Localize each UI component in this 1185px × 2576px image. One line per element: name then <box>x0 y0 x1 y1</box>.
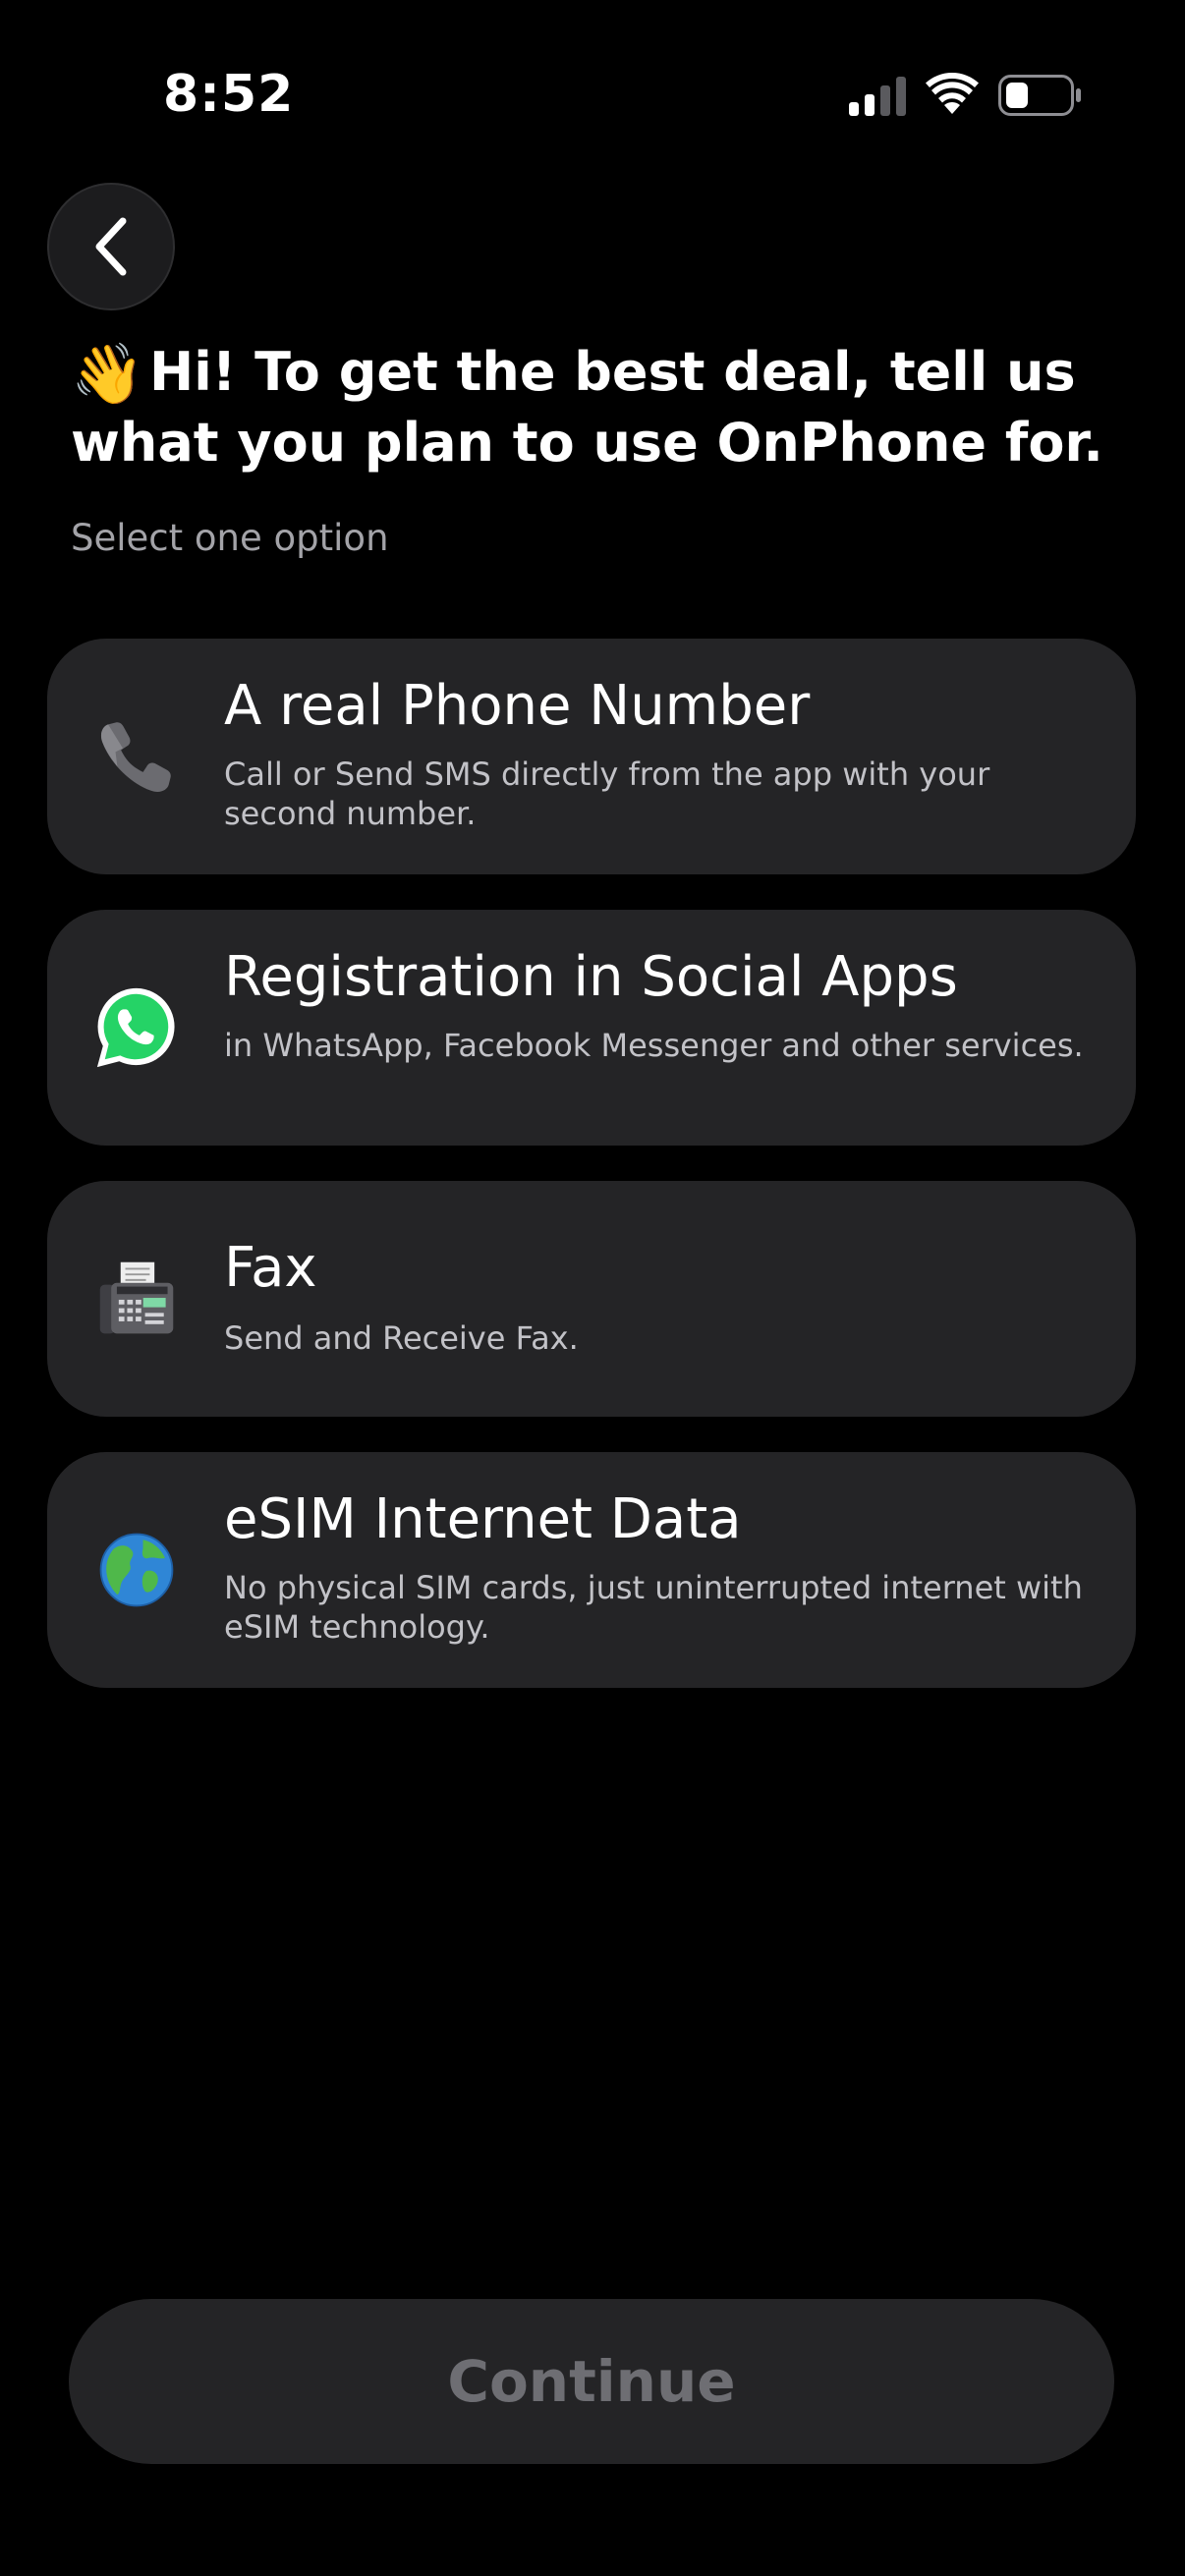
option-phone-number[interactable]: A real Phone Number Call or Send SMS dir… <box>47 639 1136 874</box>
page-subtitle: Select one option <box>71 517 389 559</box>
status-time: 8:52 <box>163 65 295 124</box>
option-title: Registration in Social Apps <box>224 945 958 1009</box>
page-title: 👋Hi! To get the best deal, tell us what … <box>71 338 1152 477</box>
signal-icon <box>849 77 906 116</box>
option-title: eSIM Internet Data <box>224 1487 742 1551</box>
option-title: Fax <box>224 1236 317 1300</box>
status-bar: 8:52 <box>0 0 1185 187</box>
continue-button[interactable]: Continue <box>69 2299 1114 2464</box>
option-fax[interactable]: Fax Send and Receive Fax. <box>47 1181 1136 1417</box>
globe-icon <box>92 1526 181 1614</box>
option-description: in WhatsApp, Facebook Messenger and othe… <box>224 1027 1084 1064</box>
page-title-text: Hi! To get the best deal, tell us what y… <box>71 341 1103 474</box>
option-description: Send and Receive Fax. <box>224 1319 579 1357</box>
waving-hand-icon: 👋 <box>71 340 144 409</box>
back-button[interactable] <box>47 183 175 310</box>
option-description: No physical SIM cards, just uninterrupte… <box>224 1569 1083 1646</box>
option-esim[interactable]: eSIM Internet Data No physical SIM cards… <box>47 1452 1136 1688</box>
option-social-apps[interactable]: Registration in Social Apps in WhatsApp,… <box>47 910 1136 1146</box>
whatsapp-icon <box>92 983 181 1072</box>
battery-icon <box>998 75 1081 116</box>
chevron-left-icon <box>95 217 127 276</box>
option-description: Call or Send SMS directly from the app w… <box>224 756 990 832</box>
option-title: A real Phone Number <box>224 674 811 738</box>
wifi-icon <box>926 73 979 114</box>
telephone-icon <box>92 712 181 801</box>
fax-icon <box>92 1255 181 1343</box>
